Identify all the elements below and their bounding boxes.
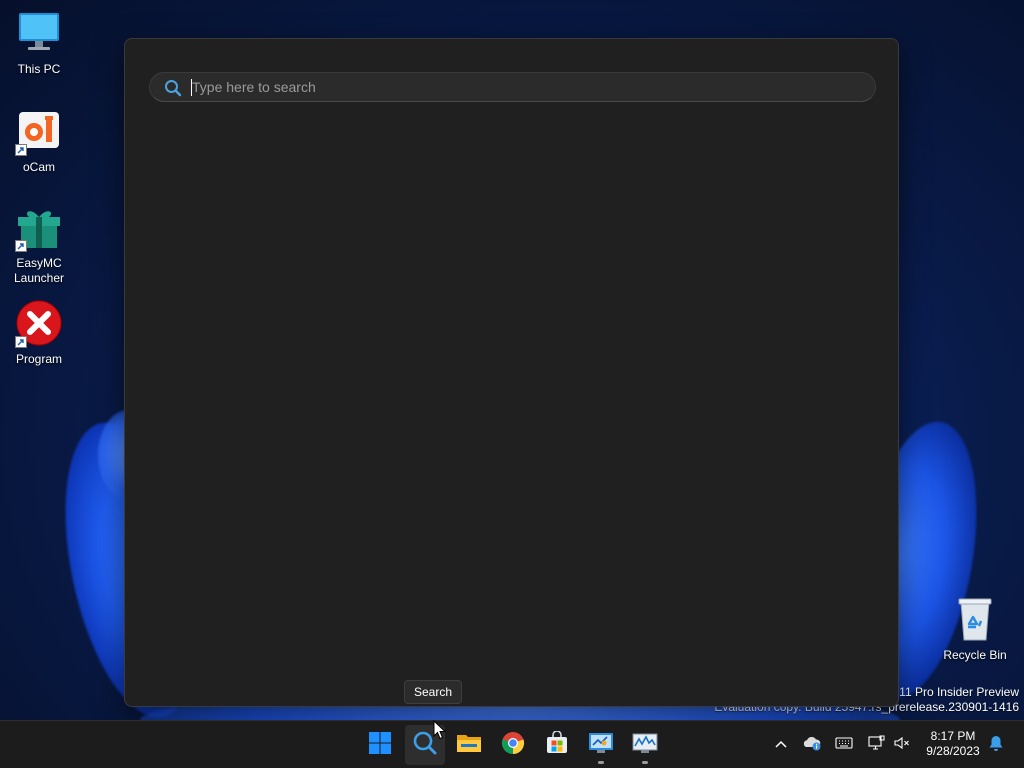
clock-time: 8:17 PM bbox=[930, 729, 976, 743]
desktop-icon-ocam[interactable]: oCam bbox=[1, 108, 77, 175]
desktop-icon-easymc-launcher[interactable]: EasyMC Launcher bbox=[1, 204, 77, 286]
running-indicator bbox=[598, 761, 604, 764]
desktop-icon-label: EasyMC Launcher bbox=[13, 256, 65, 285]
cloud-info-icon bbox=[802, 734, 822, 757]
shortcut-arrow-icon bbox=[15, 144, 27, 156]
desktop-icon-label: This PC bbox=[17, 62, 61, 76]
taskbar-store-button[interactable] bbox=[537, 725, 577, 765]
shortcut-arrow-icon bbox=[15, 240, 27, 252]
taskbar-start-button[interactable] bbox=[360, 725, 400, 765]
taskbar-file-explorer-button[interactable] bbox=[449, 725, 489, 765]
error-x-icon bbox=[15, 300, 63, 348]
running-indicator bbox=[642, 761, 648, 764]
folder-icon bbox=[456, 731, 482, 760]
keyboard-icon bbox=[835, 736, 853, 755]
bell-icon bbox=[988, 734, 1004, 757]
touch-keyboard-button[interactable] bbox=[834, 735, 854, 755]
search-tooltip: Search bbox=[404, 680, 463, 704]
chevron-up-icon bbox=[774, 736, 788, 754]
shortcut-arrow-icon bbox=[15, 336, 27, 348]
control-panel-icon bbox=[588, 731, 614, 760]
clock-date: 9/28/2023 bbox=[926, 744, 980, 758]
show-hidden-icons-button[interactable] bbox=[771, 735, 791, 755]
gift-icon bbox=[15, 204, 63, 252]
desktop-icon-this-pc[interactable]: This PC bbox=[1, 10, 77, 77]
desktop-icon-program[interactable]: Program bbox=[1, 300, 77, 367]
taskbar-chrome-button[interactable] bbox=[493, 725, 533, 765]
search-box[interactable] bbox=[149, 72, 876, 102]
volume-tray-button[interactable] bbox=[892, 735, 912, 755]
network-icon bbox=[867, 735, 885, 756]
chrome-icon bbox=[501, 731, 525, 760]
desktop-icon-label: Program bbox=[15, 352, 62, 366]
monitor-graph-icon bbox=[632, 731, 658, 760]
ocam-icon bbox=[15, 108, 63, 156]
desktop-icon-label: oCam bbox=[22, 160, 55, 174]
store-icon bbox=[545, 729, 569, 760]
search-input[interactable] bbox=[192, 77, 852, 97]
desktop-icon-label: Recycle Bin bbox=[943, 648, 1007, 662]
speaker-muted-icon bbox=[893, 735, 911, 756]
onedrive-tray-button[interactable] bbox=[802, 735, 822, 755]
recycle-bin-icon bbox=[951, 596, 999, 644]
taskbar-clock[interactable]: 8:17 PM 9/28/2023 bbox=[918, 729, 988, 759]
search-icon bbox=[164, 79, 182, 102]
taskbar-control-panel-button[interactable] bbox=[581, 725, 621, 765]
taskbar-resource-monitor-button[interactable] bbox=[625, 725, 665, 765]
network-tray-button[interactable] bbox=[866, 735, 886, 755]
desktop-icon-recycle-bin[interactable]: Recycle Bin bbox=[937, 596, 1013, 663]
search-flyout bbox=[124, 38, 899, 707]
taskbar: 8:17 PM 9/28/2023 bbox=[0, 720, 1024, 768]
windows-start-icon bbox=[368, 731, 392, 760]
monitor-icon bbox=[15, 10, 63, 58]
mouse-cursor-icon bbox=[433, 719, 447, 745]
notifications-button[interactable] bbox=[986, 735, 1006, 755]
